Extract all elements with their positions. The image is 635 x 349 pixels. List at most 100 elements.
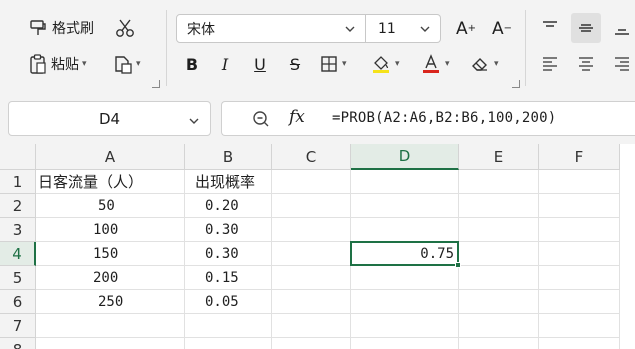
cell-c8[interactable] bbox=[272, 338, 351, 349]
clear-format-button[interactable]: ▾ bbox=[470, 50, 499, 78]
cell-c5[interactable] bbox=[272, 266, 351, 290]
cell-b4[interactable]: 0.30 bbox=[185, 242, 272, 266]
row-header-1[interactable]: 1 bbox=[0, 170, 36, 194]
row-header-2[interactable]: 2 bbox=[0, 194, 36, 218]
cell-a2[interactable]: 50 bbox=[36, 194, 185, 218]
select-all-corner[interactable] bbox=[0, 144, 36, 170]
cell-d8[interactable] bbox=[351, 338, 459, 349]
zoom-icon[interactable] bbox=[251, 109, 271, 129]
cell-b7[interactable] bbox=[185, 314, 272, 338]
cell-f5[interactable] bbox=[539, 266, 620, 290]
cell-e6[interactable] bbox=[459, 290, 539, 314]
cell-f1[interactable] bbox=[539, 170, 620, 194]
cell-d7[interactable] bbox=[351, 314, 459, 338]
underline-button[interactable]: U bbox=[248, 50, 272, 78]
cell-e1[interactable] bbox=[459, 170, 539, 194]
name-box[interactable]: D4 bbox=[8, 101, 211, 136]
cell-c4[interactable] bbox=[272, 242, 351, 266]
cell-f2[interactable] bbox=[539, 194, 620, 218]
cell-c2[interactable] bbox=[272, 194, 351, 218]
cell-b1[interactable]: 出现概率 bbox=[185, 170, 272, 194]
font-size-select[interactable]: 11 bbox=[366, 14, 441, 43]
formula-bar[interactable]: fx =PROB(A2:A6,B2:B6,100,200) bbox=[221, 101, 635, 136]
row-header-5[interactable]: 5 bbox=[0, 266, 36, 290]
font-name-select[interactable]: 宋体 bbox=[176, 14, 366, 43]
align-right-button[interactable] bbox=[607, 49, 635, 79]
cell-f6[interactable] bbox=[539, 290, 620, 314]
cell-b5[interactable]: 0.15 bbox=[185, 266, 272, 290]
cell-c3[interactable] bbox=[272, 218, 351, 242]
chevron-down-icon[interactable] bbox=[188, 113, 200, 131]
cell-f3[interactable] bbox=[539, 218, 620, 242]
spreadsheet-grid[interactable]: A B C D E F 1 日客流量（人） 出现概率 2 50 0.20 3 100 0.30 4 150 0.3… bbox=[0, 144, 635, 349]
strikethrough-button[interactable]: S bbox=[283, 50, 307, 78]
cell-a8[interactable] bbox=[36, 338, 185, 349]
ribbon: 格式刷 粘贴 ▾ ▾ 宋体 11 A + A − B I U S ▾ ▾ ▾ ▾ bbox=[0, 0, 635, 94]
cell-c1[interactable] bbox=[272, 170, 351, 194]
cell-d6[interactable] bbox=[351, 290, 459, 314]
cell-f7[interactable] bbox=[539, 314, 620, 338]
column-header-a[interactable]: A bbox=[36, 144, 185, 170]
font-color-icon bbox=[421, 54, 441, 74]
cell-b3[interactable]: 0.30 bbox=[185, 218, 272, 242]
cell-a6[interactable]: 250 bbox=[36, 290, 185, 314]
chevron-down-icon: ▾ bbox=[342, 59, 347, 69]
column-header-b[interactable]: B bbox=[185, 144, 272, 170]
cell-b2[interactable]: 0.20 bbox=[185, 194, 272, 218]
cell-e5[interactable] bbox=[459, 266, 539, 290]
borders-button[interactable]: ▾ bbox=[320, 50, 347, 78]
cell-b6[interactable]: 0.05 bbox=[185, 290, 272, 314]
decrease-font-size-button[interactable]: A − bbox=[488, 14, 516, 43]
format-painter-button[interactable]: 格式刷 bbox=[28, 14, 94, 42]
cell-f8[interactable] bbox=[539, 338, 620, 349]
align-bottom-button[interactable] bbox=[607, 13, 635, 43]
row-header-3[interactable]: 3 bbox=[0, 218, 36, 242]
cut-button[interactable] bbox=[110, 14, 140, 42]
font-group-launcher-icon[interactable] bbox=[512, 80, 520, 88]
paste-button[interactable]: 粘贴 ▾ bbox=[28, 50, 87, 78]
cell-a3[interactable]: 100 bbox=[36, 218, 185, 242]
cell-d4[interactable]: 0.75 bbox=[350, 241, 459, 266]
cell-e2[interactable] bbox=[459, 194, 539, 218]
align-left-button[interactable] bbox=[535, 49, 565, 79]
cell-a1[interactable]: 日客流量（人） bbox=[36, 170, 185, 194]
increase-font-size-button[interactable]: A + bbox=[452, 14, 480, 43]
fill-color-button[interactable]: ▾ bbox=[371, 50, 400, 78]
row-header-4[interactable]: 4 bbox=[0, 242, 36, 266]
column-header-c[interactable]: C bbox=[272, 144, 351, 170]
cell-c6[interactable] bbox=[272, 290, 351, 314]
clipboard-group-launcher-icon[interactable] bbox=[152, 80, 160, 88]
cell-a7[interactable] bbox=[36, 314, 185, 338]
cell-d2[interactable] bbox=[351, 194, 459, 218]
cell-d1[interactable] bbox=[351, 170, 459, 194]
cell-e3[interactable] bbox=[459, 218, 539, 242]
column-header-d[interactable]: D bbox=[351, 144, 459, 170]
fill-handle[interactable] bbox=[455, 262, 461, 268]
row-header-8[interactable]: 8 bbox=[0, 338, 36, 349]
column-header-f[interactable]: F bbox=[539, 144, 620, 170]
formula-input[interactable]: =PROB(A2:A6,B2:B6,100,200) bbox=[332, 110, 556, 126]
cell-d5[interactable] bbox=[351, 266, 459, 290]
italic-button[interactable]: I bbox=[213, 50, 237, 78]
paste-label: 粘贴 bbox=[51, 57, 79, 73]
align-middle-button[interactable] bbox=[571, 13, 601, 43]
cell-e7[interactable] bbox=[459, 314, 539, 338]
row-header-6[interactable]: 6 bbox=[0, 290, 36, 314]
cell-a4[interactable]: 150 bbox=[36, 242, 185, 266]
cell-c7[interactable] bbox=[272, 314, 351, 338]
cell-e8[interactable] bbox=[459, 338, 539, 349]
row-header-7[interactable]: 7 bbox=[0, 314, 36, 338]
align-center-button[interactable] bbox=[571, 49, 601, 79]
font-color-button[interactable]: ▾ bbox=[421, 50, 450, 78]
align-top-button[interactable] bbox=[535, 13, 565, 43]
cell-b8[interactable] bbox=[185, 338, 272, 349]
column-header-e[interactable]: E bbox=[459, 144, 539, 170]
cell-e4[interactable] bbox=[459, 242, 539, 266]
paste-options-button[interactable]: ▾ bbox=[112, 50, 141, 78]
bold-button[interactable]: B bbox=[180, 50, 204, 78]
font-size-value: 11 bbox=[378, 20, 396, 37]
cell-d3[interactable] bbox=[351, 218, 459, 242]
cell-a5[interactable]: 200 bbox=[36, 266, 185, 290]
insert-function-button[interactable]: fx bbox=[289, 107, 305, 127]
cell-f4[interactable] bbox=[539, 242, 620, 266]
